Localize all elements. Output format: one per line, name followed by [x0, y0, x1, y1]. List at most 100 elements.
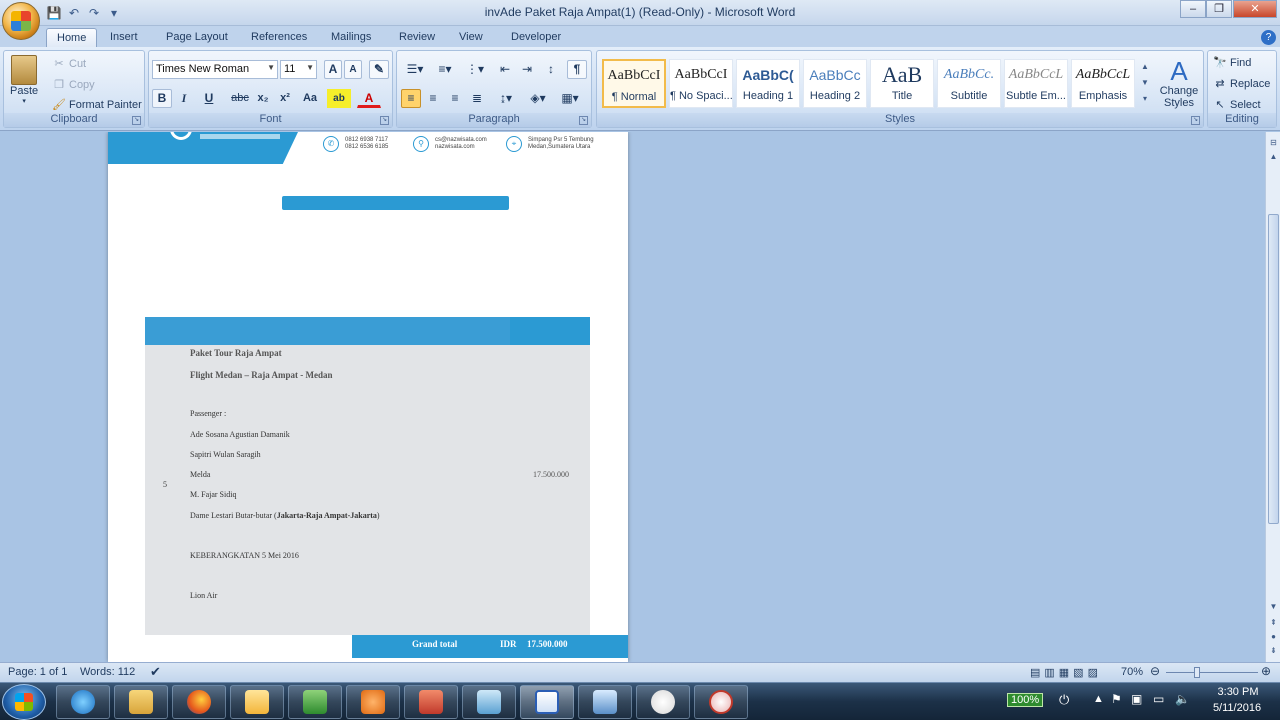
borders-icon[interactable]: ▦▾: [557, 89, 583, 108]
style-subtle-emphasis[interactable]: AaBbCcL Subtle Em...: [1004, 59, 1068, 108]
taskbar-word[interactable]: [520, 685, 574, 719]
zoom-slider[interactable]: [1166, 672, 1258, 673]
document-page[interactable]: ✆ 0812 6938 7117 0812 6536 6185 ⚲ cs@naz…: [108, 132, 628, 662]
power-icon[interactable]: ⏻: [1059, 692, 1069, 708]
scroll-up-icon[interactable]: ▲: [1266, 150, 1280, 163]
style-title[interactable]: AaB Title: [870, 59, 934, 108]
close-button[interactable]: ✕: [1233, 0, 1277, 18]
clock-time[interactable]: 3:30 PM: [1213, 686, 1263, 698]
start-button[interactable]: [2, 684, 46, 720]
font-color-button[interactable]: A: [357, 89, 381, 108]
network-icon[interactable]: ▣: [1131, 692, 1142, 706]
format-painter-button[interactable]: 🖌 Format Painter: [52, 98, 142, 112]
tab-page-layout[interactable]: Page Layout: [156, 28, 238, 48]
line-spacing-icon[interactable]: ↨▾: [493, 89, 519, 108]
scroll-down-icon[interactable]: ▼: [1266, 600, 1280, 613]
copy-button[interactable]: ❐ Copy: [52, 78, 95, 92]
flag-icon[interactable]: ⚑: [1111, 692, 1122, 706]
shrink-font-button[interactable]: A: [344, 60, 362, 79]
tab-mailings[interactable]: Mailings: [321, 28, 381, 48]
style-normal[interactable]: AaBbCcI ¶ Normal: [602, 59, 666, 108]
taskbar-control-panel[interactable]: [578, 685, 632, 719]
style-subtitle[interactable]: AaBbCc. Subtitle: [937, 59, 1001, 108]
previous-page-icon[interactable]: ⇞: [1266, 616, 1280, 629]
view-buttons-icon[interactable]: ▤▥▦▧▨: [1030, 666, 1102, 679]
find-button[interactable]: 🔭 Find: [1213, 56, 1251, 70]
align-right-icon[interactable]: ≡: [445, 89, 465, 108]
zoom-out-icon[interactable]: ⊖: [1150, 664, 1160, 678]
sort-icon[interactable]: ↕: [541, 60, 561, 79]
next-page-icon[interactable]: ⇟: [1266, 644, 1280, 657]
document-area[interactable]: ✆ 0812 6938 7117 0812 6536 6185 ⚲ cs@naz…: [0, 132, 1265, 662]
taskbar-outlook[interactable]: [230, 685, 284, 719]
taskbar-firefox[interactable]: [172, 685, 226, 719]
tab-home[interactable]: Home: [46, 28, 98, 48]
proofing-icon[interactable]: ✔: [150, 664, 161, 680]
show-hidden-icons[interactable]: ▲: [1093, 693, 1104, 705]
tab-developer[interactable]: Developer: [501, 28, 571, 48]
scroll-thumb[interactable]: [1268, 214, 1279, 524]
page-count[interactable]: Page: 1 of 1: [8, 666, 67, 678]
numbering-icon[interactable]: ≡▾: [431, 60, 459, 79]
align-left-icon[interactable]: ≡: [401, 89, 421, 108]
increase-indent-icon[interactable]: ⇥: [517, 60, 537, 79]
underline-button[interactable]: U: [196, 89, 222, 108]
bullets-icon[interactable]: ☰▾: [401, 60, 429, 79]
style-emphasis[interactable]: AaBbCcL Emphasis: [1071, 59, 1135, 108]
decrease-indent-icon[interactable]: ⇤: [495, 60, 515, 79]
strikethrough-button[interactable]: abc: [228, 89, 252, 108]
taskbar-snipping[interactable]: [694, 685, 748, 719]
clipboard-launcher-icon[interactable]: ↘: [132, 116, 141, 125]
taskbar-paint[interactable]: [636, 685, 690, 719]
font-launcher-icon[interactable]: ↘: [380, 116, 389, 125]
battery-indicator[interactable]: 100%: [1007, 693, 1044, 707]
taskbar-app[interactable]: [462, 685, 516, 719]
style-heading-1[interactable]: AaBbC(Heading 1: [736, 59, 800, 108]
taskbar-excel[interactable]: [288, 685, 342, 719]
highlight-button[interactable]: ab: [327, 89, 351, 108]
taskbar-media[interactable]: [346, 685, 400, 719]
tab-view[interactable]: View: [449, 28, 493, 48]
taskbar-explorer[interactable]: [114, 685, 168, 719]
paste-button[interactable]: Paste ▾: [10, 55, 38, 105]
show-marks-button[interactable]: ¶: [567, 60, 587, 79]
multilevel-list-icon[interactable]: ⋮▾: [461, 60, 489, 79]
tab-review[interactable]: Review: [389, 28, 445, 48]
justify-icon[interactable]: ≣: [467, 89, 487, 108]
superscript-button[interactable]: x²: [275, 89, 295, 108]
vertical-scrollbar[interactable]: ⊟ ▲ ▼ ⇞ ● ⇟: [1265, 132, 1280, 662]
style-no-spacing[interactable]: AaBbCcI ¶ No Spaci...: [669, 59, 733, 108]
change-case-button[interactable]: Aa: [297, 89, 323, 108]
taskbar-book[interactable]: [404, 685, 458, 719]
styles-launcher-icon[interactable]: ↘: [1191, 116, 1200, 125]
maximize-button[interactable]: ❐: [1206, 0, 1232, 18]
paragraph-launcher-icon[interactable]: ↘: [579, 116, 588, 125]
taskbar-ie[interactable]: [56, 685, 110, 719]
bold-button[interactable]: B: [152, 89, 172, 108]
clock-date[interactable]: 5/11/2016: [1207, 702, 1267, 714]
select-button[interactable]: ↖ Select: [1213, 98, 1260, 112]
change-styles-button[interactable]: A Change Styles: [1155, 57, 1203, 109]
clear-format-icon[interactable]: ✎: [369, 60, 389, 79]
align-center-icon[interactable]: ≡: [423, 89, 443, 108]
replace-button[interactable]: ⇄ Replace: [1213, 77, 1270, 91]
subscript-button[interactable]: x₂: [253, 89, 273, 108]
office-button[interactable]: [2, 2, 40, 40]
zoom-slider-thumb[interactable]: [1194, 667, 1200, 678]
zoom-in-icon[interactable]: ⊕: [1261, 664, 1271, 678]
browse-object-icon[interactable]: ●: [1266, 630, 1280, 643]
ruler-toggle-icon[interactable]: ⊟: [1266, 136, 1280, 149]
font-size-combo[interactable]: 11 ▼: [280, 60, 317, 79]
tab-references[interactable]: References: [241, 28, 317, 48]
help-icon[interactable]: ?: [1261, 30, 1276, 45]
zoom-level[interactable]: 70%: [1121, 666, 1143, 678]
cut-button[interactable]: ✂ Cut: [52, 57, 86, 71]
italic-button[interactable]: I: [174, 89, 194, 108]
volume-icon[interactable]: 🔈: [1175, 692, 1190, 706]
grow-font-button[interactable]: A: [324, 60, 342, 79]
styles-scroll-icon[interactable]: ▲ ▼ ▾: [1139, 59, 1151, 108]
tab-insert[interactable]: Insert: [100, 28, 148, 48]
shading-icon[interactable]: ◈▾: [525, 89, 551, 108]
minimize-button[interactable]: –: [1180, 0, 1206, 18]
display-icon[interactable]: ▭: [1153, 692, 1164, 706]
